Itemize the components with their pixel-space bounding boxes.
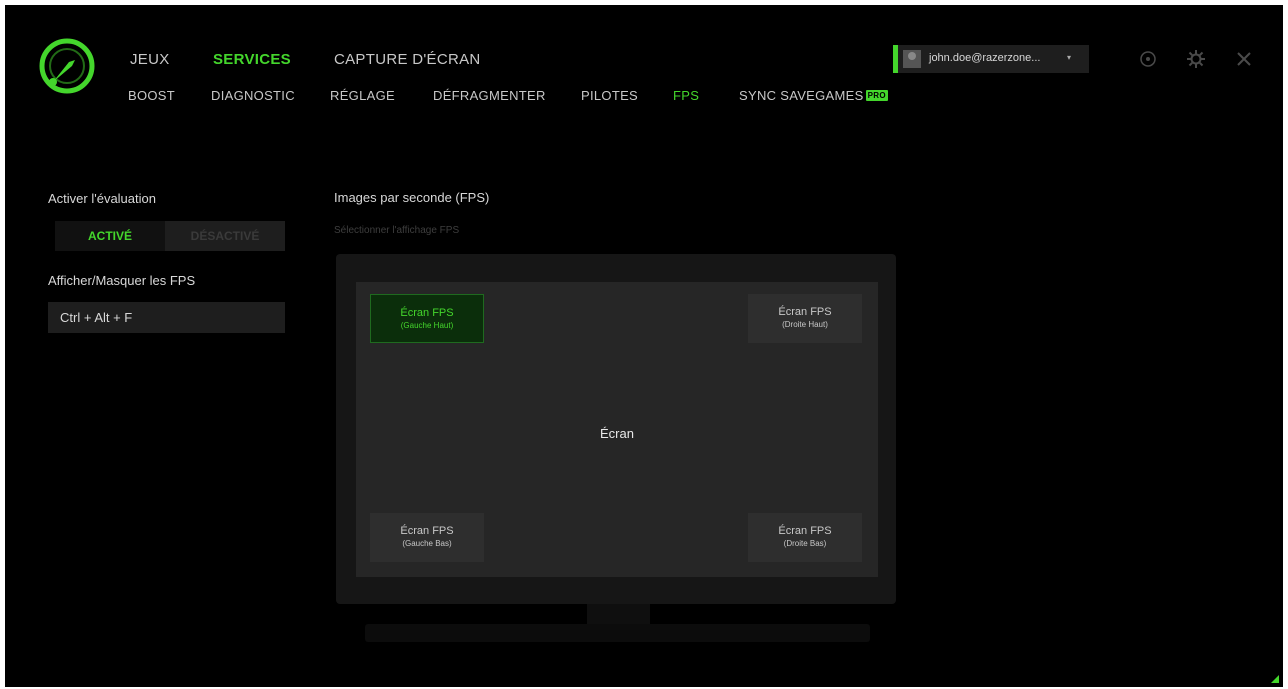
fps-position-title: Écran FPS bbox=[778, 306, 832, 318]
fps-position-top-left[interactable]: Écran FPS (Gauche Haut) bbox=[370, 294, 484, 343]
fps-position-title: Écran FPS bbox=[778, 525, 832, 537]
nav-services[interactable]: SERVICES bbox=[213, 51, 291, 68]
nav-jeux[interactable]: JEUX bbox=[130, 51, 170, 68]
monitor-stand-base bbox=[365, 624, 870, 642]
shortcut-field[interactable]: Ctrl + Alt + F bbox=[48, 302, 285, 333]
pro-badge: PRO bbox=[865, 90, 888, 101]
subnav-diagnostic[interactable]: DIAGNOSTIC bbox=[211, 88, 295, 103]
toggle-off-button[interactable]: DÉSACTIVÉ bbox=[165, 221, 285, 251]
subnav-defragmenter[interactable]: DÉFRAGMENTER bbox=[433, 88, 546, 103]
fps-position-sub: (Droite Haut) bbox=[782, 320, 828, 329]
fps-position-title: Écran FPS bbox=[400, 525, 454, 537]
subnav-pilotes[interactable]: PILOTES bbox=[581, 88, 638, 103]
chevron-down-icon: ▾ bbox=[1067, 53, 1072, 62]
toggle-on-button[interactable]: ACTIVÉ bbox=[55, 221, 165, 251]
fps-position-sub: (Gauche Bas) bbox=[402, 539, 452, 548]
user-account-dropdown[interactable]: john.doe@razerzone... ▾ bbox=[893, 45, 1089, 73]
app-window: JEUX SERVICES CAPTURE D'ÉCRAN BOOST DIAG… bbox=[5, 5, 1283, 687]
show-hide-fps-label: Afficher/Masquer les FPS bbox=[48, 273, 196, 288]
help-icon[interactable] bbox=[1138, 49, 1158, 69]
fps-section-subtitle: Sélectionner l'affichage FPS bbox=[334, 225, 460, 236]
enable-evaluation-label: Activer l'évaluation bbox=[48, 191, 156, 206]
fps-position-title: Écran FPS bbox=[400, 307, 454, 319]
fps-section-title: Images par seconde (FPS) bbox=[334, 190, 490, 205]
fps-position-bottom-left[interactable]: Écran FPS (Gauche Bas) bbox=[370, 513, 484, 562]
monitor-stand-neck bbox=[587, 604, 650, 624]
user-accent-bar bbox=[893, 45, 898, 73]
subnav-sync-savegames[interactable]: SYNC SAVEGAMES PRO bbox=[739, 88, 888, 103]
nav-capture-ecran[interactable]: CAPTURE D'ÉCRAN bbox=[334, 51, 481, 68]
close-icon[interactable] bbox=[1234, 49, 1254, 69]
settings-gear-icon[interactable] bbox=[1186, 49, 1206, 69]
fps-position-top-right[interactable]: Écran FPS (Droite Haut) bbox=[748, 294, 862, 343]
resize-grip-icon[interactable] bbox=[1271, 675, 1279, 683]
avatar-icon bbox=[903, 50, 921, 68]
app-logo-icon[interactable] bbox=[39, 38, 95, 94]
fps-position-sub: (Gauche Haut) bbox=[400, 321, 454, 330]
evaluation-toggle: ACTIVÉ DÉSACTIVÉ bbox=[55, 221, 285, 251]
subnav-reglage[interactable]: RÉGLAGE bbox=[330, 88, 395, 103]
sync-savegames-label: SYNC SAVEGAMES bbox=[739, 88, 864, 103]
subnav-fps[interactable]: FPS bbox=[673, 88, 699, 103]
fps-position-sub: (Droite Bas) bbox=[783, 539, 827, 548]
subnav-boost[interactable]: BOOST bbox=[128, 88, 175, 103]
screen-label: Écran bbox=[600, 426, 634, 441]
user-email: john.doe@razerzone... bbox=[929, 52, 1041, 64]
fps-position-bottom-right[interactable]: Écran FPS (Droite Bas) bbox=[748, 513, 862, 562]
